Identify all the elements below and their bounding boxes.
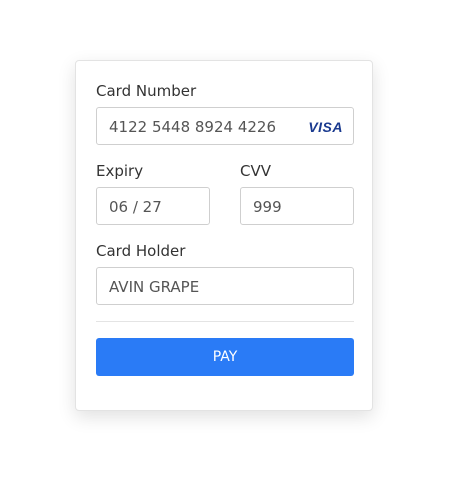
expiry-value: 06 / 27: [109, 198, 162, 216]
expiry-field[interactable]: 06 / 27: [96, 187, 210, 225]
payment-card: Card Number 4122 5448 8924 4226 VISA Exp…: [75, 60, 373, 411]
expiry-label: Expiry: [96, 162, 144, 180]
pay-button[interactable]: PAY: [96, 338, 354, 376]
cvv-label: CVV: [240, 162, 271, 180]
card-number-label: Card Number: [96, 82, 197, 100]
visa-icon: VISA: [308, 119, 343, 135]
card-holder-value: AVIN GRAPE: [109, 278, 200, 296]
card-number-value: 4122 5448 8924 4226: [109, 118, 276, 136]
card-holder-field[interactable]: AVIN GRAPE: [96, 267, 354, 305]
card-number-field[interactable]: 4122 5448 8924 4226 VISA: [96, 107, 354, 145]
cvv-value: 999: [253, 198, 282, 216]
card-holder-label: Card Holder: [96, 242, 186, 260]
cvv-field[interactable]: 999: [240, 187, 354, 225]
divider: [96, 321, 354, 322]
